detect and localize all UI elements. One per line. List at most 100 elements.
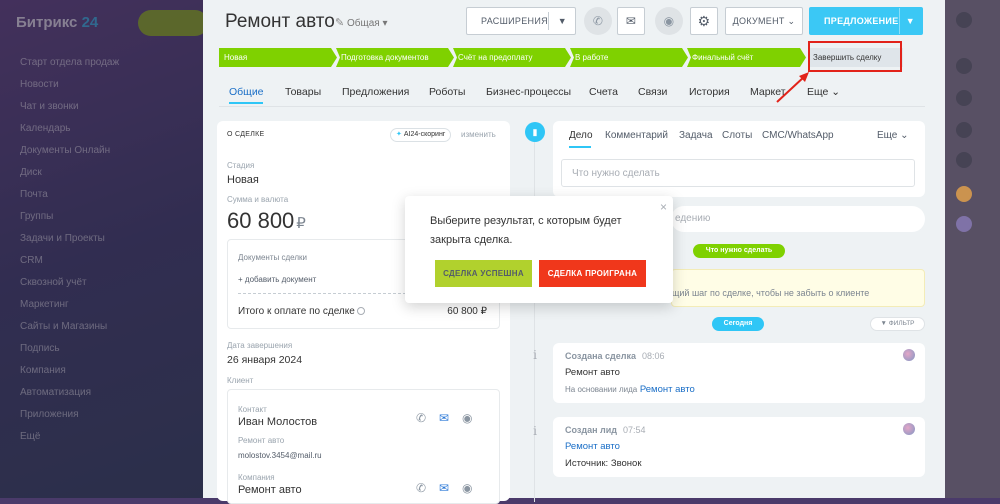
coin-icon[interactable]: ◉ bbox=[655, 7, 683, 35]
todo-placeholder: Что нужно сделать bbox=[572, 168, 660, 179]
tab-market[interactable]: Маркет bbox=[750, 86, 786, 98]
info-icon: i bbox=[533, 424, 537, 438]
deal-info-card: О СДЕЛКЕ ✦ AI24-скоринг изменить Стадия Н… bbox=[217, 121, 510, 504]
mail-icon[interactable]: ✉ bbox=[439, 411, 449, 425]
editor-tab-slots[interactable]: Слоты bbox=[722, 130, 752, 141]
docs-label: Документы сделки bbox=[238, 253, 307, 262]
tab-more[interactable]: Еще ⌄ bbox=[807, 86, 840, 98]
avatar[interactable] bbox=[956, 186, 972, 202]
close-date-label: Дата завершения bbox=[227, 341, 293, 350]
filter-icon: ▼ bbox=[880, 320, 887, 327]
editor-tab-more[interactable]: Еще ⌄ bbox=[877, 130, 909, 141]
stage-label: Стадия bbox=[227, 161, 255, 170]
phone-icon[interactable]: ✆ bbox=[416, 411, 426, 425]
todo-hint-text: щий шаг по сделке, чтобы не забыть о кли… bbox=[672, 288, 870, 298]
stage-final-invoice[interactable]: Финальный счёт bbox=[687, 48, 806, 67]
company-label: Компания bbox=[238, 473, 275, 482]
tab-general[interactable]: Общие bbox=[229, 86, 264, 98]
event-text: Ремонт авто bbox=[565, 367, 620, 378]
filter-button[interactable]: ▼ ФИЛЬТР bbox=[870, 317, 925, 331]
tab-products[interactable]: Товары bbox=[285, 86, 321, 98]
change-link[interactable]: изменить bbox=[461, 130, 496, 139]
tab-business-processes[interactable]: Бизнес-процессы bbox=[486, 86, 571, 98]
chevron-down-icon: ▼ bbox=[905, 16, 915, 26]
phone-icon[interactable]: ✆ bbox=[584, 7, 612, 35]
avatar[interactable] bbox=[903, 349, 915, 361]
client-box: Контакт Иван Молостов Ремонт авто molost… bbox=[227, 389, 500, 504]
rail-icon[interactable] bbox=[956, 90, 972, 106]
search-placeholder: едению bbox=[675, 213, 711, 224]
amount-value[interactable]: 60 800 ₽ bbox=[227, 208, 306, 234]
info-icon: i bbox=[533, 348, 537, 362]
timeline-event: Создана сделка 08:06 Ремонт авто На основ… bbox=[553, 343, 925, 403]
add-document-link[interactable]: + добавить документ bbox=[238, 275, 316, 284]
editor-tab-task[interactable]: Задача bbox=[679, 130, 713, 141]
tab-robots[interactable]: Роботы bbox=[429, 86, 465, 98]
mail-icon[interactable]: ✉ bbox=[439, 481, 449, 495]
event-title: Создан лид 07:54 bbox=[565, 425, 646, 435]
avatar[interactable] bbox=[956, 216, 972, 232]
tab-offers[interactable]: Предложения bbox=[342, 86, 409, 98]
lead-link[interactable]: Ремонт авто bbox=[640, 384, 695, 395]
todo-hint-card: щий шаг по сделке, чтобы не забыть о кли… bbox=[671, 269, 925, 307]
editor-active-tab-indicator bbox=[569, 146, 591, 148]
extensions-button[interactable]: Расширения ▼ bbox=[466, 7, 576, 35]
phone-icon[interactable]: ✆ bbox=[416, 481, 426, 495]
client-label: Клиент bbox=[227, 376, 254, 385]
gear-icon[interactable]: ⚙ bbox=[690, 7, 718, 35]
total-label: Итого к оплате по сделке bbox=[238, 306, 365, 317]
tabs-divider bbox=[219, 106, 925, 107]
stage-prepay[interactable]: Счёт на предоплату bbox=[453, 48, 571, 67]
coin-icon[interactable]: ◉ bbox=[462, 411, 472, 425]
stage-docs[interactable]: Подготовка документов bbox=[336, 48, 454, 67]
stage-in-work[interactable]: В работе bbox=[570, 48, 688, 67]
coin-icon[interactable]: ◉ bbox=[462, 481, 472, 495]
timeline-event: Создан лид 07:54 Ремонт авто Источник: Зв… bbox=[553, 417, 925, 477]
close-deal-popup: × Выберите результат, с которым будет за… bbox=[405, 196, 673, 303]
document-button[interactable]: Документ ⌄ bbox=[725, 7, 803, 35]
company-name[interactable]: Ремонт авто bbox=[238, 484, 302, 496]
offer-button[interactable]: Предложение ▼ bbox=[809, 7, 923, 35]
today-pill: Сегодня bbox=[712, 317, 764, 331]
tab-links[interactable]: Связи bbox=[638, 86, 667, 98]
event-source: На основании лида Ремонт авто bbox=[565, 384, 695, 395]
todo-input[interactable]: Что нужно сделать bbox=[561, 159, 915, 187]
deal-title: Ремонт авто bbox=[225, 11, 335, 32]
contact-email[interactable]: molostov.3454@mail.ru bbox=[238, 451, 322, 460]
edit-pencil-icon[interactable]: ✎ bbox=[335, 16, 344, 29]
event-title: Создана сделка 08:06 bbox=[565, 351, 665, 361]
total-value: 60 800 ₽ bbox=[447, 306, 487, 317]
deal-lost-button[interactable]: Сделка проиграна bbox=[539, 260, 646, 287]
stage-new[interactable]: Новая bbox=[219, 48, 337, 67]
event-source: Источник: Звонок bbox=[565, 458, 642, 469]
rail-icon[interactable] bbox=[956, 122, 972, 138]
avatar[interactable] bbox=[903, 423, 915, 435]
editor-tab-activity[interactable]: Дело bbox=[569, 130, 593, 141]
card-header: О СДЕЛКЕ bbox=[227, 131, 265, 138]
highlight-box bbox=[808, 41, 902, 72]
contact-label: Контакт bbox=[238, 405, 267, 414]
todo-pill: Что нужно сделать bbox=[693, 244, 785, 258]
search-icon[interactable] bbox=[956, 152, 972, 168]
close-icon[interactable]: × bbox=[660, 200, 667, 214]
chevron-down-icon: ▼ bbox=[557, 16, 567, 26]
close-date-value[interactable]: 26 января 2024 bbox=[227, 354, 302, 366]
deal-category[interactable]: Общая ▾ bbox=[347, 18, 388, 29]
tab-history[interactable]: История bbox=[689, 86, 730, 98]
stage-value[interactable]: Новая bbox=[227, 174, 259, 186]
ai-scoring-badge[interactable]: ✦ AI24-скоринг bbox=[390, 128, 452, 142]
deal-success-button[interactable]: Сделка успешна bbox=[435, 260, 532, 287]
rail-icon[interactable] bbox=[956, 58, 972, 74]
mail-icon[interactable]: ✉ bbox=[617, 7, 645, 35]
event-link[interactable]: Ремонт авто bbox=[565, 441, 620, 452]
notification-icon[interactable] bbox=[956, 12, 972, 28]
tab-invoices[interactable]: Счета bbox=[589, 86, 618, 98]
active-tab-indicator bbox=[229, 102, 263, 104]
editor-tab-sms[interactable]: СМС/WhatsApp bbox=[762, 130, 834, 141]
comment-icon: ▮ bbox=[525, 122, 545, 142]
contact-deal: Ремонт авто bbox=[238, 436, 285, 445]
editor-tab-comment[interactable]: Комментарий bbox=[605, 130, 668, 141]
search-field[interactable]: едению bbox=[671, 206, 925, 232]
contact-name[interactable]: Иван Молостов bbox=[238, 416, 317, 428]
popup-message: Выберите результат, с которым будет закр… bbox=[430, 215, 622, 246]
